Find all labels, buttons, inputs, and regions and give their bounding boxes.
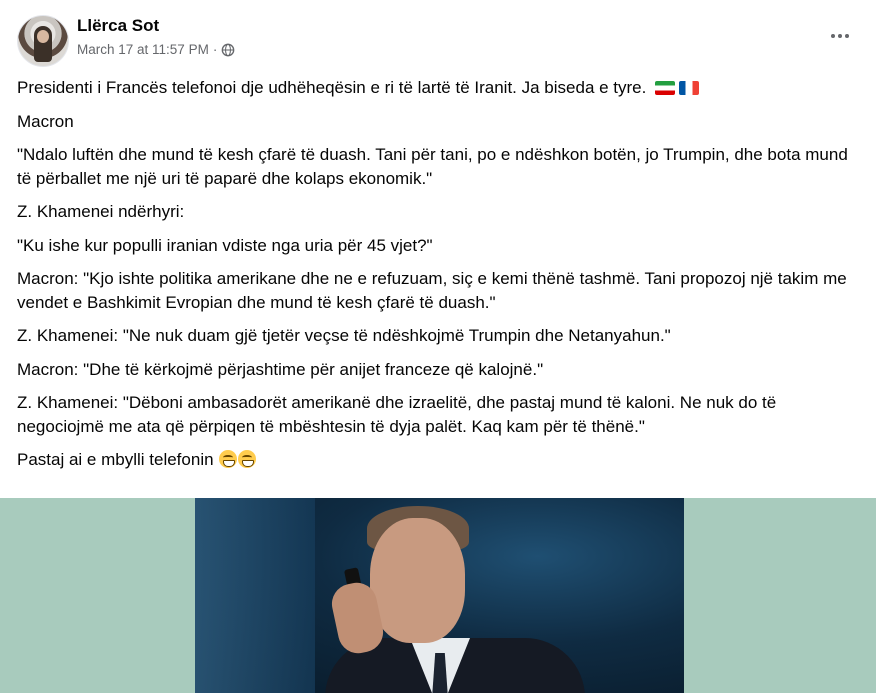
grinning-face-icon <box>238 450 257 468</box>
post-text: Presidenti i Francës telefonoi dje udhëh… <box>17 76 862 482</box>
post-paragraph: Macron: "Dhe të kërkojmë përjashtime për… <box>17 359 544 379</box>
post-paragraph: "Ndalo luftën dhe mund të kesh çfarë të … <box>17 145 848 188</box>
post-media[interactable] <box>0 498 876 693</box>
post-paragraph: Macron: "Kjo ishte politika amerikane dh… <box>17 269 847 312</box>
post-paragraph: Pastaj ai e mbylli telefonin <box>17 448 862 472</box>
france-flag-icon <box>679 81 700 95</box>
more-dot <box>838 34 842 38</box>
photo-background <box>195 498 315 693</box>
post-photo[interactable] <box>195 498 684 693</box>
post-paragraph: Z. Khamenei: "Dëboni ambasadorët amerika… <box>17 393 777 436</box>
grinning-face-icon <box>219 450 238 468</box>
paragraph-text: Pastaj ai e mbylli telefonin <box>17 450 214 469</box>
author-name[interactable]: Llërca Sot <box>77 16 159 36</box>
post-paragraph: Macron <box>17 111 74 131</box>
post-meta: March 17 at 11:57 PM · <box>77 42 235 57</box>
avatar-face <box>37 30 49 43</box>
iran-flag-icon <box>655 81 676 95</box>
globe-icon[interactable] <box>221 43 235 57</box>
more-options-icon[interactable] <box>822 22 858 50</box>
post-paragraph: "Ku ishe kur populli iranian vdiste nga … <box>17 235 433 255</box>
post-header: Llërca Sot March 17 at 11:57 PM · <box>0 0 876 72</box>
post-paragraph: Z. Khamenei: "Ne nuk duam gjë tjetër veç… <box>17 326 671 345</box>
post-timestamp[interactable]: March 17 at 11:57 PM <box>77 42 209 57</box>
more-dot <box>845 34 849 38</box>
post-paragraph: Z. Khamenei ndërhyri: <box>17 202 185 221</box>
avatar[interactable] <box>17 15 69 67</box>
more-dot <box>831 34 835 38</box>
facebook-post: Llërca Sot March 17 at 11:57 PM · Presid… <box>0 0 876 693</box>
paragraph-text: Presidenti i Francës telefonoi dje udhëh… <box>17 78 647 97</box>
post-paragraph: Presidenti i Francës telefonoi dje udhëh… <box>17 76 862 100</box>
photo-head <box>370 518 465 643</box>
meta-separator: · <box>212 42 218 57</box>
